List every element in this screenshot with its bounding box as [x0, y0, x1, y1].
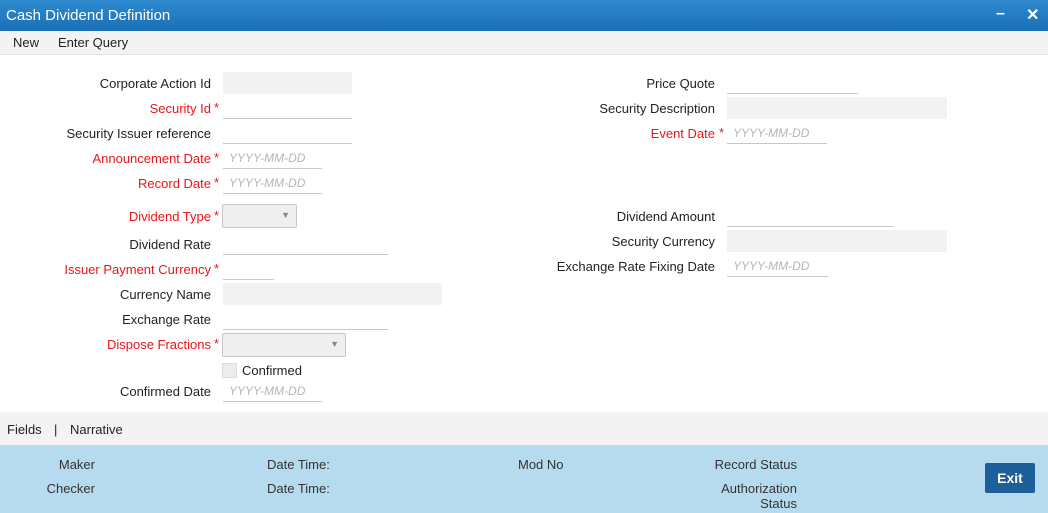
security-description-label: Security Description: [599, 101, 715, 116]
security-currency-label: Security Currency: [611, 234, 715, 249]
record-date-label: Record Date: [138, 176, 211, 191]
confirmed-label: Confirmed: [242, 363, 302, 378]
announcement-date-label: Announcement Date: [92, 151, 211, 166]
confirmed-checkbox[interactable]: [222, 363, 237, 378]
required-marker: *: [214, 150, 220, 165]
security-description-field[interactable]: [727, 97, 947, 119]
dividend-type-select[interactable]: ▼: [222, 204, 297, 228]
required-marker: *: [214, 261, 220, 276]
security-id-field[interactable]: [223, 97, 352, 119]
record-date-field[interactable]: [223, 172, 322, 194]
dividend-rate-label: Dividend Rate: [129, 237, 211, 252]
dividend-amount-label: Dividend Amount: [616, 209, 715, 224]
required-marker: *: [214, 208, 220, 223]
announcement-date-field[interactable]: [223, 147, 322, 169]
maker-date-time-label: Date Time:: [267, 457, 330, 472]
dividend-amount-field[interactable]: [727, 205, 893, 227]
dividend-rate-field[interactable]: [223, 233, 388, 255]
confirmed-date-label: Confirmed Date: [119, 384, 211, 399]
exchange-rate-field[interactable]: [223, 308, 388, 330]
security-issuer-reference-field[interactable]: [223, 122, 352, 144]
close-icon[interactable]: ✕: [1026, 5, 1039, 25]
window-title: Cash Dividend Definition: [6, 7, 171, 24]
security-id-label: Security Id: [149, 101, 211, 116]
chevron-down-icon: ▼: [281, 210, 290, 220]
corporate-action-id-label: Corporate Action Id: [99, 76, 211, 91]
tab-separator: |: [54, 422, 58, 437]
record-status-label: Record Status: [714, 457, 797, 472]
dividend-type-label: Dividend Type: [128, 209, 211, 224]
mod-no-label: Mod No: [518, 457, 564, 472]
maker-label: Maker: [58, 457, 95, 472]
event-date-label: Event Date: [650, 126, 715, 141]
tab-fields[interactable]: Fields: [7, 422, 42, 437]
chevron-down-icon: ▼: [330, 339, 339, 349]
price-quote-label: Price Quote: [646, 76, 715, 91]
security-issuer-reference-label: Security Issuer reference: [66, 126, 211, 141]
required-marker: *: [214, 175, 220, 190]
menu-bar: New Enter Query: [0, 31, 1048, 55]
currency-name-field[interactable]: [223, 283, 442, 305]
required-marker: *: [214, 100, 220, 115]
currency-name-label: Currency Name: [119, 287, 211, 302]
audit-footer: Maker Checker Date Time: Date Time: Mod …: [0, 445, 1048, 513]
required-marker: *: [719, 125, 725, 140]
new-menu-item[interactable]: New: [13, 35, 39, 50]
dispose-fractions-select[interactable]: ▼: [222, 333, 346, 357]
issuer-payment-currency-label: Issuer Payment Currency: [64, 262, 211, 277]
exchange-rate-fixing-date-field[interactable]: [727, 255, 828, 277]
checker-date-time-label: Date Time:: [267, 481, 330, 496]
enter-query-menu-item[interactable]: Enter Query: [58, 35, 128, 50]
dispose-fractions-label: Dispose Fractions: [106, 337, 211, 352]
authorization-label: Authorization: [721, 481, 797, 496]
confirmed-date-field[interactable]: [223, 380, 322, 402]
required-marker: *: [214, 336, 220, 351]
issuer-payment-currency-field[interactable]: [223, 258, 274, 280]
exchange-rate-label: Exchange Rate: [122, 312, 211, 327]
tab-narrative[interactable]: Narrative: [70, 422, 123, 437]
authorization-status-label: Status: [760, 496, 797, 511]
security-currency-field[interactable]: [727, 230, 947, 252]
window-title-bar: Cash Dividend Definition – ✕: [0, 0, 1048, 31]
checker-label: Checker: [46, 481, 95, 496]
exit-button[interactable]: Exit: [985, 463, 1035, 493]
corporate-action-id-field[interactable]: [223, 72, 352, 94]
event-date-field[interactable]: [727, 122, 827, 144]
exchange-rate-fixing-date-label: Exchange Rate Fixing Date: [556, 259, 715, 274]
price-quote-field[interactable]: [727, 72, 858, 94]
minimize-icon[interactable]: –: [996, 5, 1005, 23]
tab-bar: Fields | Narrative: [0, 412, 1048, 445]
